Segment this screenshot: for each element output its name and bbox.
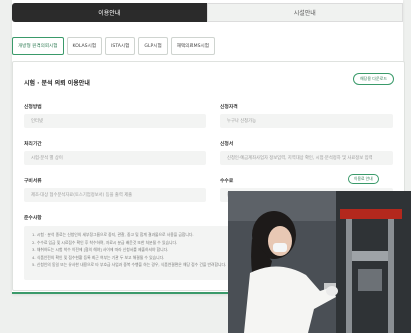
notes-title: 준수사항 xyxy=(24,216,42,221)
chip-glp-test[interactable]: GLP시험 xyxy=(138,37,168,55)
chip-open-remote-test[interactable]: 개방형 원격의뢰시험 xyxy=(12,37,64,55)
chip-ista-test[interactable]: ISTA시험 xyxy=(105,37,136,55)
top-tabs: 이용안내 시설안내 xyxy=(12,3,403,22)
application-form-label: 신청서 xyxy=(220,142,234,147)
method-value: 인터넷 xyxy=(24,114,206,128)
lab-researcher-photo xyxy=(228,191,411,333)
period-value: 시험·분석 별 상이 xyxy=(24,151,206,165)
period-label: 처리기간 xyxy=(24,142,42,147)
lab-photo-illustration xyxy=(228,191,411,333)
tab-facility-guide[interactable]: 시설안내 xyxy=(206,3,403,22)
application-form-value: 신청인·예금계좌사업자 정보입력, 지역대상 확인, 시험·분석정하 및 사료정… xyxy=(220,151,393,165)
download-button[interactable]: 해당용 다운로드 xyxy=(352,73,394,85)
eligibility-value: 누구나 신청가능 xyxy=(220,114,393,128)
documents-label: 구비서류 xyxy=(24,179,42,184)
documents-value: 제조·대상 협수분석자료(토스기업정보서) 등을 출력 제출 xyxy=(24,188,206,202)
fee-label: 수수료 xyxy=(220,179,234,184)
test-type-chips: 개방형 원격의뢰시험 KOLAS시험 ISTA시험 GLP시험 재택의료MS시험 xyxy=(12,37,215,55)
chip-kolas-test[interactable]: KOLAS시험 xyxy=(66,37,103,55)
method-label: 신청방법 xyxy=(24,105,42,110)
tab-usage-guide[interactable]: 이용안내 xyxy=(12,3,207,22)
fee-info-button[interactable]: 이용료 안내 xyxy=(348,174,379,184)
eligibility-label: 신청자격 xyxy=(220,105,238,110)
card-title: 시험 · 분석 의뢰 이용안내 xyxy=(24,80,90,87)
chip-ms-test[interactable]: 재택의료MS시험 xyxy=(170,37,215,55)
